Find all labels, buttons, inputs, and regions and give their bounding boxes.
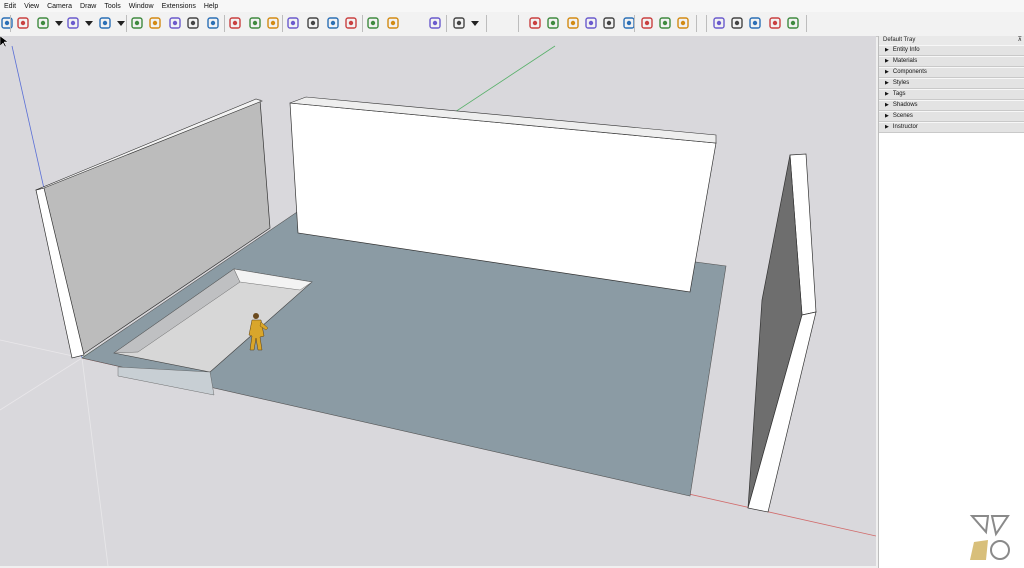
toolbar-separator: [10, 15, 11, 32]
arc-tool-icon[interactable]: [66, 16, 80, 30]
rectangle-tool-icon[interactable]: [98, 16, 112, 30]
expand-triangle-icon: ▶: [885, 91, 889, 97]
scene-canvas[interactable]: [0, 36, 876, 566]
zoom-extents-tool-icon[interactable]: [344, 16, 358, 30]
menu-camera[interactable]: Camera: [43, 3, 76, 10]
position-camera-tool-icon[interactable]: [546, 16, 560, 30]
tray-panel-label: Entity Info: [892, 47, 920, 53]
expand-triangle-icon: ▶: [885, 113, 889, 119]
menu-help[interactable]: Help: [200, 3, 222, 10]
toolbar-separator: [518, 15, 519, 32]
dropdown-arrow-icon[interactable]: [114, 16, 125, 30]
tray-panel-tags[interactable]: ▶ Tags: [879, 89, 1024, 100]
default-tray: Default Tray ⊼ ▶ Entity Info ▶ Materials ▶…: [878, 36, 1024, 568]
zoom-tool-icon[interactable]: [566, 16, 580, 30]
tray-panel-label: Tags: [892, 91, 906, 97]
menu-tools[interactable]: Tools: [100, 3, 124, 10]
toolbar-separator: [696, 15, 697, 32]
expand-triangle-icon: ▶: [885, 58, 889, 64]
tray-panel-label: Instructor: [892, 124, 918, 130]
expand-triangle-icon: ▶: [885, 80, 889, 86]
tray-title-text: Default Tray: [883, 37, 916, 43]
expand-triangle-icon: ▶: [885, 102, 889, 108]
footprints-tool-icon[interactable]: [658, 16, 672, 30]
pencil-tool-icon[interactable]: [36, 16, 50, 30]
tray-panel-entity-info[interactable]: ▶ Entity Info: [879, 45, 1024, 56]
tray-panel-materials[interactable]: ▶ Materials: [879, 56, 1024, 67]
home-icon[interactable]: [730, 16, 744, 30]
account-icon[interactable]: [452, 16, 466, 30]
tray-panel-label: Materials: [892, 58, 918, 64]
menu-bar: Edit View Camera Draw Tools Window Exten…: [0, 0, 1024, 12]
house-outline-icon[interactable]: [768, 16, 782, 30]
dropdown-arrow-icon[interactable]: [468, 16, 479, 30]
orbit-tool-icon[interactable]: [286, 16, 300, 30]
extension-warehouse-icon[interactable]: [712, 16, 726, 30]
select-tool-icon[interactable]: [0, 16, 14, 30]
walk-tool-icon[interactable]: [640, 16, 654, 30]
scale-tool-icon[interactable]: [206, 16, 220, 30]
toolbar-separator: [634, 15, 635, 32]
tray-panel-label: Shadows: [892, 102, 918, 108]
tray-panel-styles[interactable]: ▶ Styles: [879, 78, 1024, 89]
menu-edit[interactable]: Edit: [0, 3, 20, 10]
follow-me-tool-icon[interactable]: [148, 16, 162, 30]
tray-panel-scenes[interactable]: ▶ Scenes: [879, 111, 1024, 122]
sandbox-tool-icon[interactable]: [366, 16, 380, 30]
toolbar-separator: [446, 15, 447, 32]
zoom-window-tool-icon[interactable]: [584, 16, 598, 30]
watermark-logo-icon: [969, 515, 1010, 560]
toolbar-separator: [806, 15, 807, 32]
tray-panel-shadows[interactable]: ▶ Shadows: [879, 100, 1024, 111]
expand-triangle-icon: ▶: [885, 69, 889, 75]
toolbar-separator: [486, 15, 487, 32]
tray-pin-icon[interactable]: ⊼: [1018, 36, 1022, 45]
toolbar-separator: [362, 15, 363, 32]
push-pull-tool-icon[interactable]: [130, 16, 144, 30]
menu-view[interactable]: View: [20, 3, 43, 10]
rotate-tool-icon[interactable]: [186, 16, 200, 30]
pan-tool-icon[interactable]: [306, 16, 320, 30]
expand-triangle-icon: ▶: [885, 47, 889, 53]
tape-measure-tool-icon[interactable]: [228, 16, 242, 30]
menu-window[interactable]: Window: [125, 3, 158, 10]
toolbar-separator: [224, 15, 225, 32]
tray-title: Default Tray ⊼: [879, 36, 1024, 45]
expand-triangle-icon: ▶: [885, 124, 889, 130]
zoom-extents-tool-icon[interactable]: [602, 16, 616, 30]
tray-panel-label: Scenes: [892, 113, 913, 119]
zoom-tool-icon[interactable]: [326, 16, 340, 30]
green-axis-dashed: [0, 357, 83, 411]
mouse-cursor-icon: [0, 36, 8, 48]
3d-warehouse-icon[interactable]: [676, 16, 690, 30]
blue-axis-dashed: [81, 357, 109, 566]
dropdown-arrow-icon[interactable]: [52, 16, 63, 30]
eraser-tool-icon[interactable]: [16, 16, 30, 30]
text-tool-icon[interactable]: [248, 16, 262, 30]
tray-panel-label: Components: [892, 69, 927, 75]
main-toolbar: [0, 12, 1024, 37]
dropdown-arrow-icon[interactable]: [82, 16, 93, 30]
layout-icon[interactable]: [786, 16, 800, 30]
tray-panel-components[interactable]: ▶ Components: [879, 67, 1024, 78]
menu-draw[interactable]: Draw: [76, 3, 100, 10]
toolbar-separator: [126, 15, 127, 32]
menu-extensions[interactable]: Extensions: [158, 3, 200, 10]
model-viewport[interactable]: [0, 36, 876, 566]
sandbox-smoove-tool-icon[interactable]: [386, 16, 400, 30]
toolbar-separator: [706, 15, 707, 32]
house-icon[interactable]: [748, 16, 762, 30]
move-tool-icon[interactable]: [168, 16, 182, 30]
sandbox-drape-tool-icon[interactable]: [428, 16, 442, 30]
section-plane-tool-icon[interactable]: [528, 16, 542, 30]
paint-bucket-tool-icon[interactable]: [266, 16, 280, 30]
toolbar-separator: [282, 15, 283, 32]
tray-panel-label: Styles: [892, 80, 910, 86]
tray-panel-instructor[interactable]: ▶ Instructor: [879, 122, 1024, 133]
